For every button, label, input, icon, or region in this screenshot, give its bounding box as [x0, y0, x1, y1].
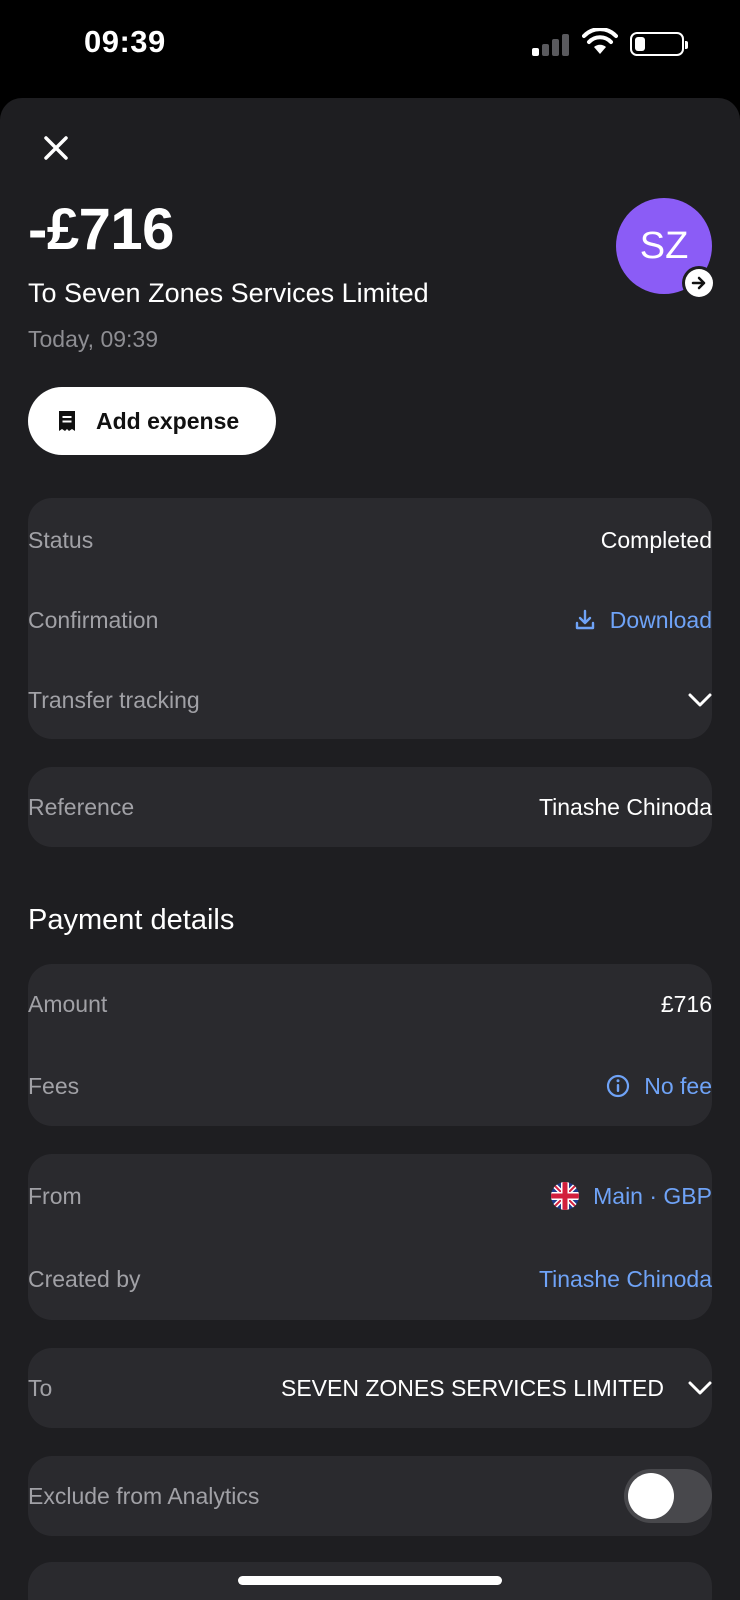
- to-value: SEVEN ZONES SERVICES LIMITED: [280, 1374, 664, 1401]
- transfer-tracking-label: Transfer tracking: [28, 686, 200, 713]
- created-by-link[interactable]: Tinashe Chinoda: [539, 1266, 712, 1293]
- confirmation-row: Confirmation Download: [28, 600, 712, 640]
- amount-value: £716: [660, 990, 712, 1017]
- from-account-link[interactable]: Main · GBP: [551, 1182, 712, 1210]
- from-value: Main · GBP: [593, 1182, 712, 1209]
- download-icon: [574, 609, 596, 631]
- to-label: To: [28, 1374, 53, 1401]
- status-row: Status Completed: [28, 520, 712, 560]
- fees-label: Fees: [28, 1072, 80, 1099]
- exclude-analytics-row: Exclude from Analytics: [28, 1469, 712, 1523]
- recipient-title: To Seven Zones Services Limited: [28, 278, 429, 308]
- confirmation-label: Confirmation: [28, 606, 159, 633]
- transaction-amount: -£716: [28, 197, 174, 262]
- uk-flag-icon: [551, 1182, 580, 1210]
- add-expense-label: Add expense: [96, 407, 240, 434]
- status-bar: 09:39: [0, 0, 740, 96]
- chevron-down-icon: [688, 1381, 712, 1395]
- chevron-down-icon: [688, 693, 712, 707]
- home-indicator[interactable]: [238, 1576, 502, 1585]
- amount-row: Amount £716: [28, 984, 712, 1024]
- created-by-row: Created by Tinashe Chinoda: [28, 1259, 712, 1299]
- receipt-icon: [58, 410, 76, 432]
- exclude-analytics-label: Exclude from Analytics: [28, 1482, 260, 1509]
- amount-label: Amount: [28, 990, 108, 1017]
- transaction-date: Today, 09:39: [28, 326, 159, 352]
- payment-details-title: Payment details: [28, 904, 235, 936]
- to-value-group: SEVEN ZONES SERVICES LIMITED: [281, 1375, 712, 1402]
- battery-icon: [630, 32, 688, 56]
- reference-value: Tinashe Chinoda: [538, 793, 712, 820]
- close-icon: [44, 136, 68, 160]
- fees-row: Fees No fee: [28, 1066, 712, 1106]
- transfer-tracking-row[interactable]: Transfer tracking: [28, 680, 712, 720]
- fees-info-link[interactable]: No fee: [606, 1073, 712, 1100]
- from-label: From: [28, 1182, 82, 1209]
- reference-row: Reference Tinashe Chinoda: [28, 787, 712, 827]
- to-row[interactable]: To SEVEN ZONES SERVICES LIMITED: [28, 1368, 712, 1408]
- fees-value: No fee: [644, 1072, 712, 1099]
- download-link[interactable]: Download: [574, 607, 712, 634]
- info-icon: [606, 1074, 630, 1098]
- reference-label: Reference: [28, 793, 135, 820]
- download-label: Download: [609, 606, 712, 633]
- status-time: 09:39: [84, 24, 166, 59]
- close-button[interactable]: [36, 128, 76, 168]
- created-by-label: Created by: [28, 1265, 141, 1292]
- arrow-right-icon: [691, 276, 706, 290]
- from-row: From Main · GBP: [28, 1176, 712, 1216]
- add-expense-button[interactable]: Add expense: [28, 387, 276, 455]
- wifi-icon: [582, 28, 618, 54]
- status-value: Completed: [600, 526, 712, 553]
- exclude-analytics-toggle[interactable]: [624, 1469, 712, 1523]
- avatar-initials: SZ: [639, 224, 689, 267]
- cellular-signal-icon: [532, 32, 572, 56]
- avatar-arrow-badge: [682, 266, 716, 300]
- status-label: Status: [28, 526, 94, 553]
